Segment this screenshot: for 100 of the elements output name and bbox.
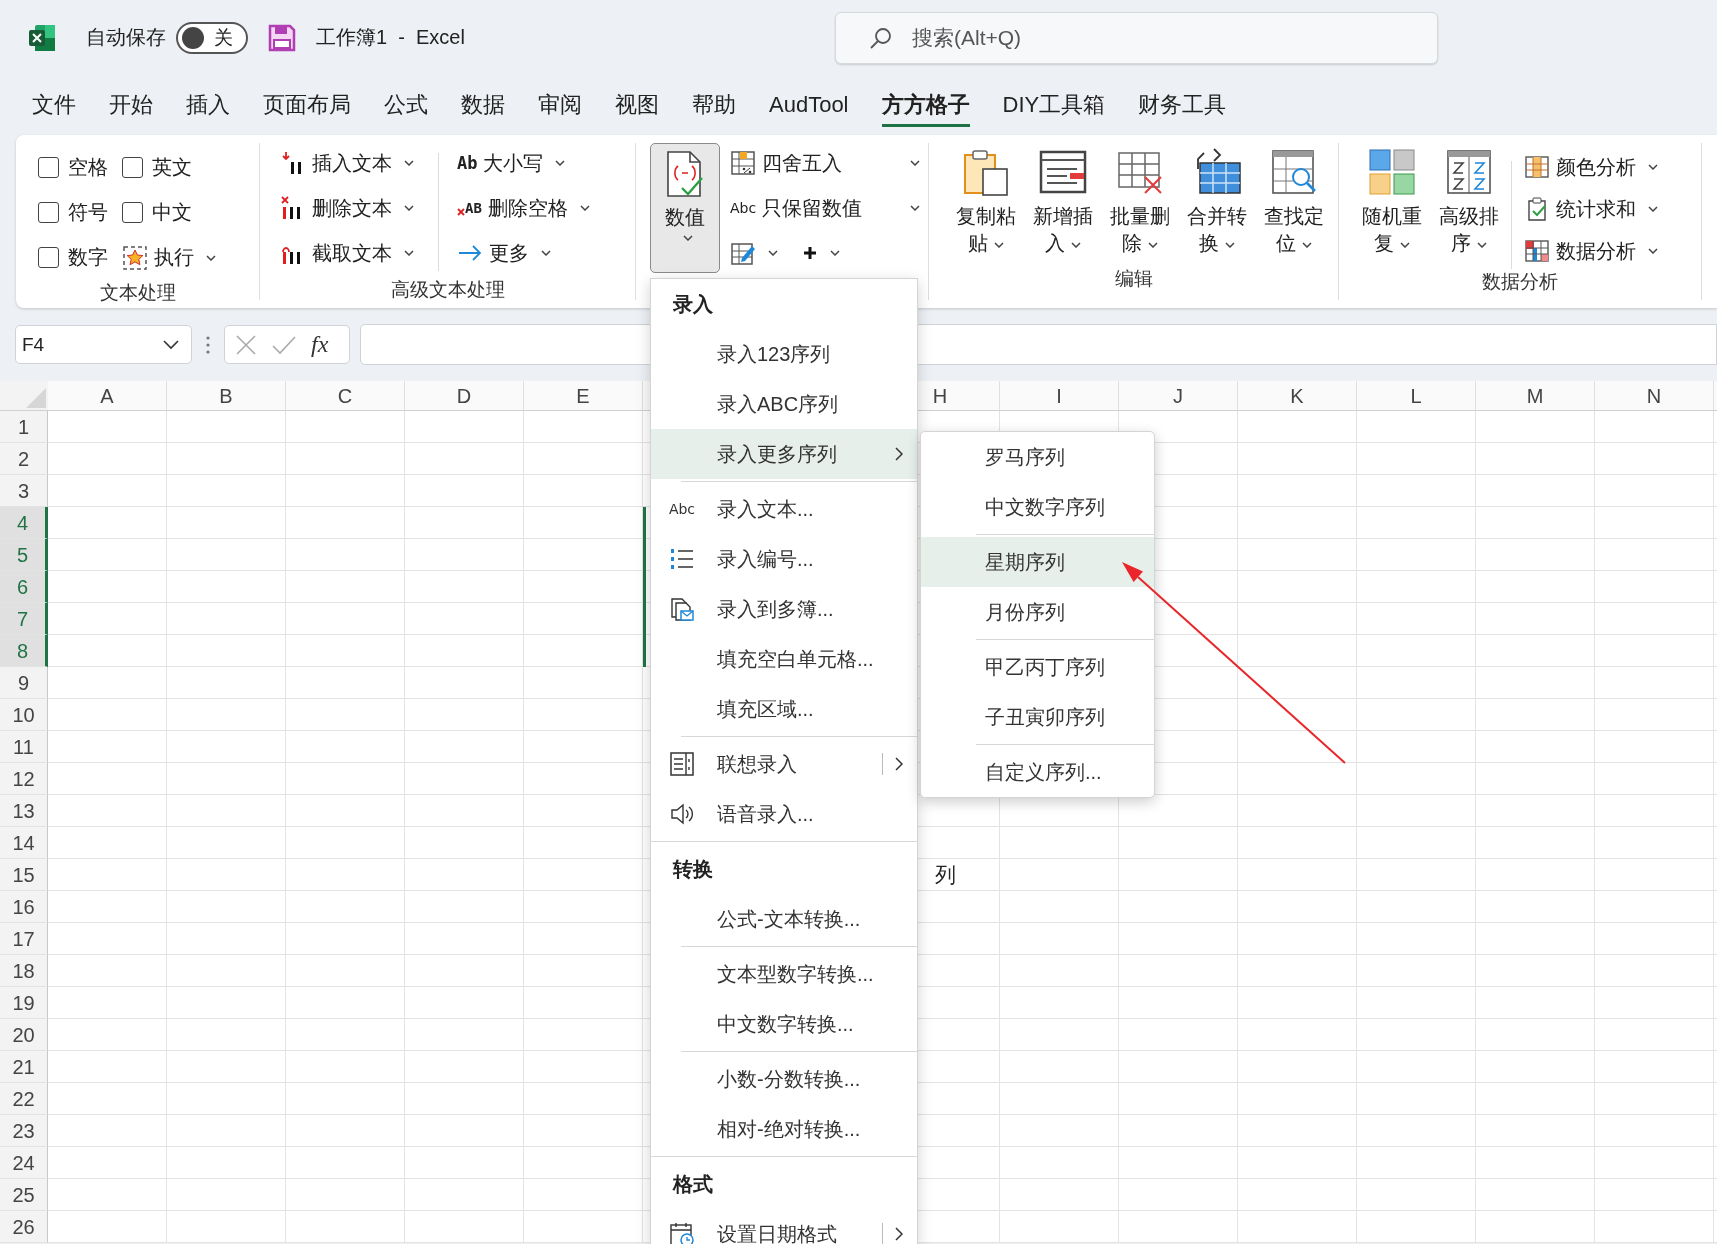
row-header[interactable]: 23 — [0, 1115, 48, 1147]
menu-item[interactable]: 小数-分数转换... — [651, 1054, 917, 1104]
column-header[interactable]: M — [1476, 381, 1595, 410]
checkbox[interactable] — [38, 157, 59, 178]
menu-item[interactable]: 罗马序列 — [921, 432, 1154, 482]
menu-item[interactable]: 录入更多序列 — [651, 429, 917, 479]
row-header[interactable]: 22 — [0, 1083, 48, 1115]
insert-function-button[interactable]: fx — [311, 331, 329, 358]
menu-tab[interactable]: 审阅 — [538, 83, 582, 127]
menu-item[interactable]: 录入到多簿... — [651, 584, 917, 634]
advanced-sort-button[interactable]: 高级排序 — [1430, 147, 1507, 269]
batch-delete-button[interactable]: 批量删除 — [1101, 147, 1178, 266]
row-header[interactable]: 26 — [0, 1211, 48, 1243]
copy-paste-button[interactable]: 复制粘贴 — [947, 147, 1024, 266]
run-button[interactable]: 执行 — [122, 239, 259, 276]
search-field[interactable]: 搜索(Alt+Q) — [835, 11, 1438, 64]
menu-item[interactable]: 公式-文本转换... — [651, 894, 917, 944]
column-header[interactable]: I — [1000, 381, 1119, 410]
menu-item[interactable]: 录入123序列 — [651, 329, 917, 379]
menu-tab[interactable]: 文件 — [32, 83, 76, 127]
menu-tab[interactable]: 页面布局 — [263, 83, 351, 127]
find-locate-button[interactable]: 查找定位 — [1255, 147, 1332, 266]
menu-tab[interactable]: 视图 — [615, 83, 659, 127]
random-repeat-button[interactable]: 随机重复 — [1353, 147, 1430, 269]
column-header[interactable]: N — [1595, 381, 1714, 410]
menu-tab[interactable]: 公式 — [384, 83, 428, 127]
row-header[interactable]: 20 — [0, 1019, 48, 1051]
insert-text-button[interactable]: 插入文本 — [280, 145, 414, 181]
menu-tab[interactable]: 插入 — [186, 83, 230, 127]
menu-item[interactable]: 填充空白单元格... — [651, 634, 917, 684]
menu-tab[interactable]: 开始 — [109, 83, 153, 127]
autosave-toggle[interactable]: 关 — [176, 21, 248, 54]
menu-item[interactable]: 相对-绝对转换... — [651, 1104, 917, 1154]
row-header[interactable]: 21 — [0, 1051, 48, 1083]
menu-item[interactable]: 星期序列 — [921, 537, 1154, 587]
column-header[interactable]: A — [48, 381, 167, 410]
column-header[interactable]: C — [286, 381, 405, 410]
row-header[interactable]: 16 — [0, 891, 48, 923]
row-header[interactable]: 25 — [0, 1179, 48, 1211]
menu-item[interactable]: 中文数字序列 — [921, 482, 1154, 532]
menu-tab[interactable]: 方方格子 — [881, 83, 970, 127]
column-header[interactable]: D — [405, 381, 524, 410]
menu-item[interactable]: 自定义序列... — [921, 747, 1154, 797]
keep-values-button[interactable]: Abc 只保留数值 — [730, 190, 920, 226]
row-header[interactable]: 15 — [0, 859, 48, 891]
menu-item[interactable]: 月份序列 — [921, 587, 1154, 637]
checkbox[interactable] — [122, 157, 143, 178]
row-header[interactable]: 24 — [0, 1147, 48, 1179]
row-header[interactable]: 5 — [0, 539, 48, 571]
remove-spaces-button[interactable]: AB 删除空格 — [457, 190, 590, 226]
row-header[interactable]: 2 — [0, 443, 48, 475]
round-button[interactable]: 四舍五入 — [730, 145, 920, 181]
row-header[interactable]: 12 — [0, 763, 48, 795]
row-header[interactable]: 6 — [0, 571, 48, 603]
row-header[interactable]: 4 — [0, 507, 48, 539]
row-header[interactable]: 8 — [0, 635, 48, 667]
row-header[interactable]: 11 — [0, 731, 48, 763]
column-header[interactable]: L — [1357, 381, 1476, 410]
save-icon[interactable] — [268, 23, 296, 52]
menu-item[interactable]: 文本型数字转换... — [651, 949, 917, 999]
name-box[interactable]: F4 — [15, 325, 192, 364]
row-header[interactable]: 3 — [0, 475, 48, 507]
extract-text-button[interactable]: 截取文本 — [280, 235, 414, 271]
menu-tab[interactable]: DIY工具箱 — [1002, 83, 1106, 127]
checkbox[interactable] — [38, 202, 59, 223]
sum-stats-button[interactable]: 统计求和 — [1524, 191, 1658, 227]
merge-convert-button[interactable]: 合并转换 — [1178, 147, 1255, 266]
checkbox[interactable] — [38, 247, 59, 268]
menu-item[interactable]: 设置日期格式 — [651, 1209, 917, 1244]
column-header[interactable]: K — [1238, 381, 1357, 410]
insert-rows-button[interactable]: 新增插入 — [1024, 147, 1101, 266]
menu-item[interactable]: 中文数字转换... — [651, 999, 917, 1049]
menu-item[interactable]: 录入编号... — [651, 534, 917, 584]
row-header[interactable]: 19 — [0, 987, 48, 1019]
row-header[interactable]: 7 — [0, 603, 48, 635]
row-header[interactable]: 14 — [0, 827, 48, 859]
column-header[interactable]: B — [167, 381, 286, 410]
drag-handle-icon[interactable] — [206, 335, 210, 354]
menu-item[interactable]: 甲乙丙丁序列 — [921, 642, 1154, 692]
case-button[interactable]: Ab 大小写 — [457, 145, 590, 181]
menu-item[interactable]: 填充区域... — [651, 684, 917, 734]
menu-tab[interactable]: AudTool — [769, 85, 849, 125]
row-header[interactable]: 1 — [0, 411, 48, 443]
menu-tab[interactable]: 数据 — [461, 83, 505, 127]
column-header[interactable]: E — [524, 381, 643, 410]
row-header[interactable]: 9 — [0, 667, 48, 699]
checkbox[interactable] — [122, 202, 143, 223]
menu-item[interactable]: 子丑寅卯序列 — [921, 692, 1154, 742]
menu-tab[interactable]: 帮助 — [692, 83, 736, 127]
row-header[interactable]: 18 — [0, 955, 48, 987]
more-button[interactable]: 更多 — [457, 235, 590, 271]
menu-tab[interactable]: 财务工具 — [1138, 83, 1227, 127]
menu-item[interactable]: 语音录入... — [651, 789, 917, 839]
menu-item[interactable]: Abc 录入文本... — [651, 484, 917, 534]
value-button[interactable]: 数值 — [650, 143, 720, 273]
menu-item[interactable]: 联想录入 — [651, 739, 917, 789]
data-analysis-button[interactable]: 数据分析 — [1524, 233, 1658, 269]
color-analysis-button[interactable]: 颜色分析 — [1524, 149, 1658, 185]
delete-text-button[interactable]: 删除文本 — [280, 190, 414, 226]
column-header[interactable]: J — [1119, 381, 1238, 410]
